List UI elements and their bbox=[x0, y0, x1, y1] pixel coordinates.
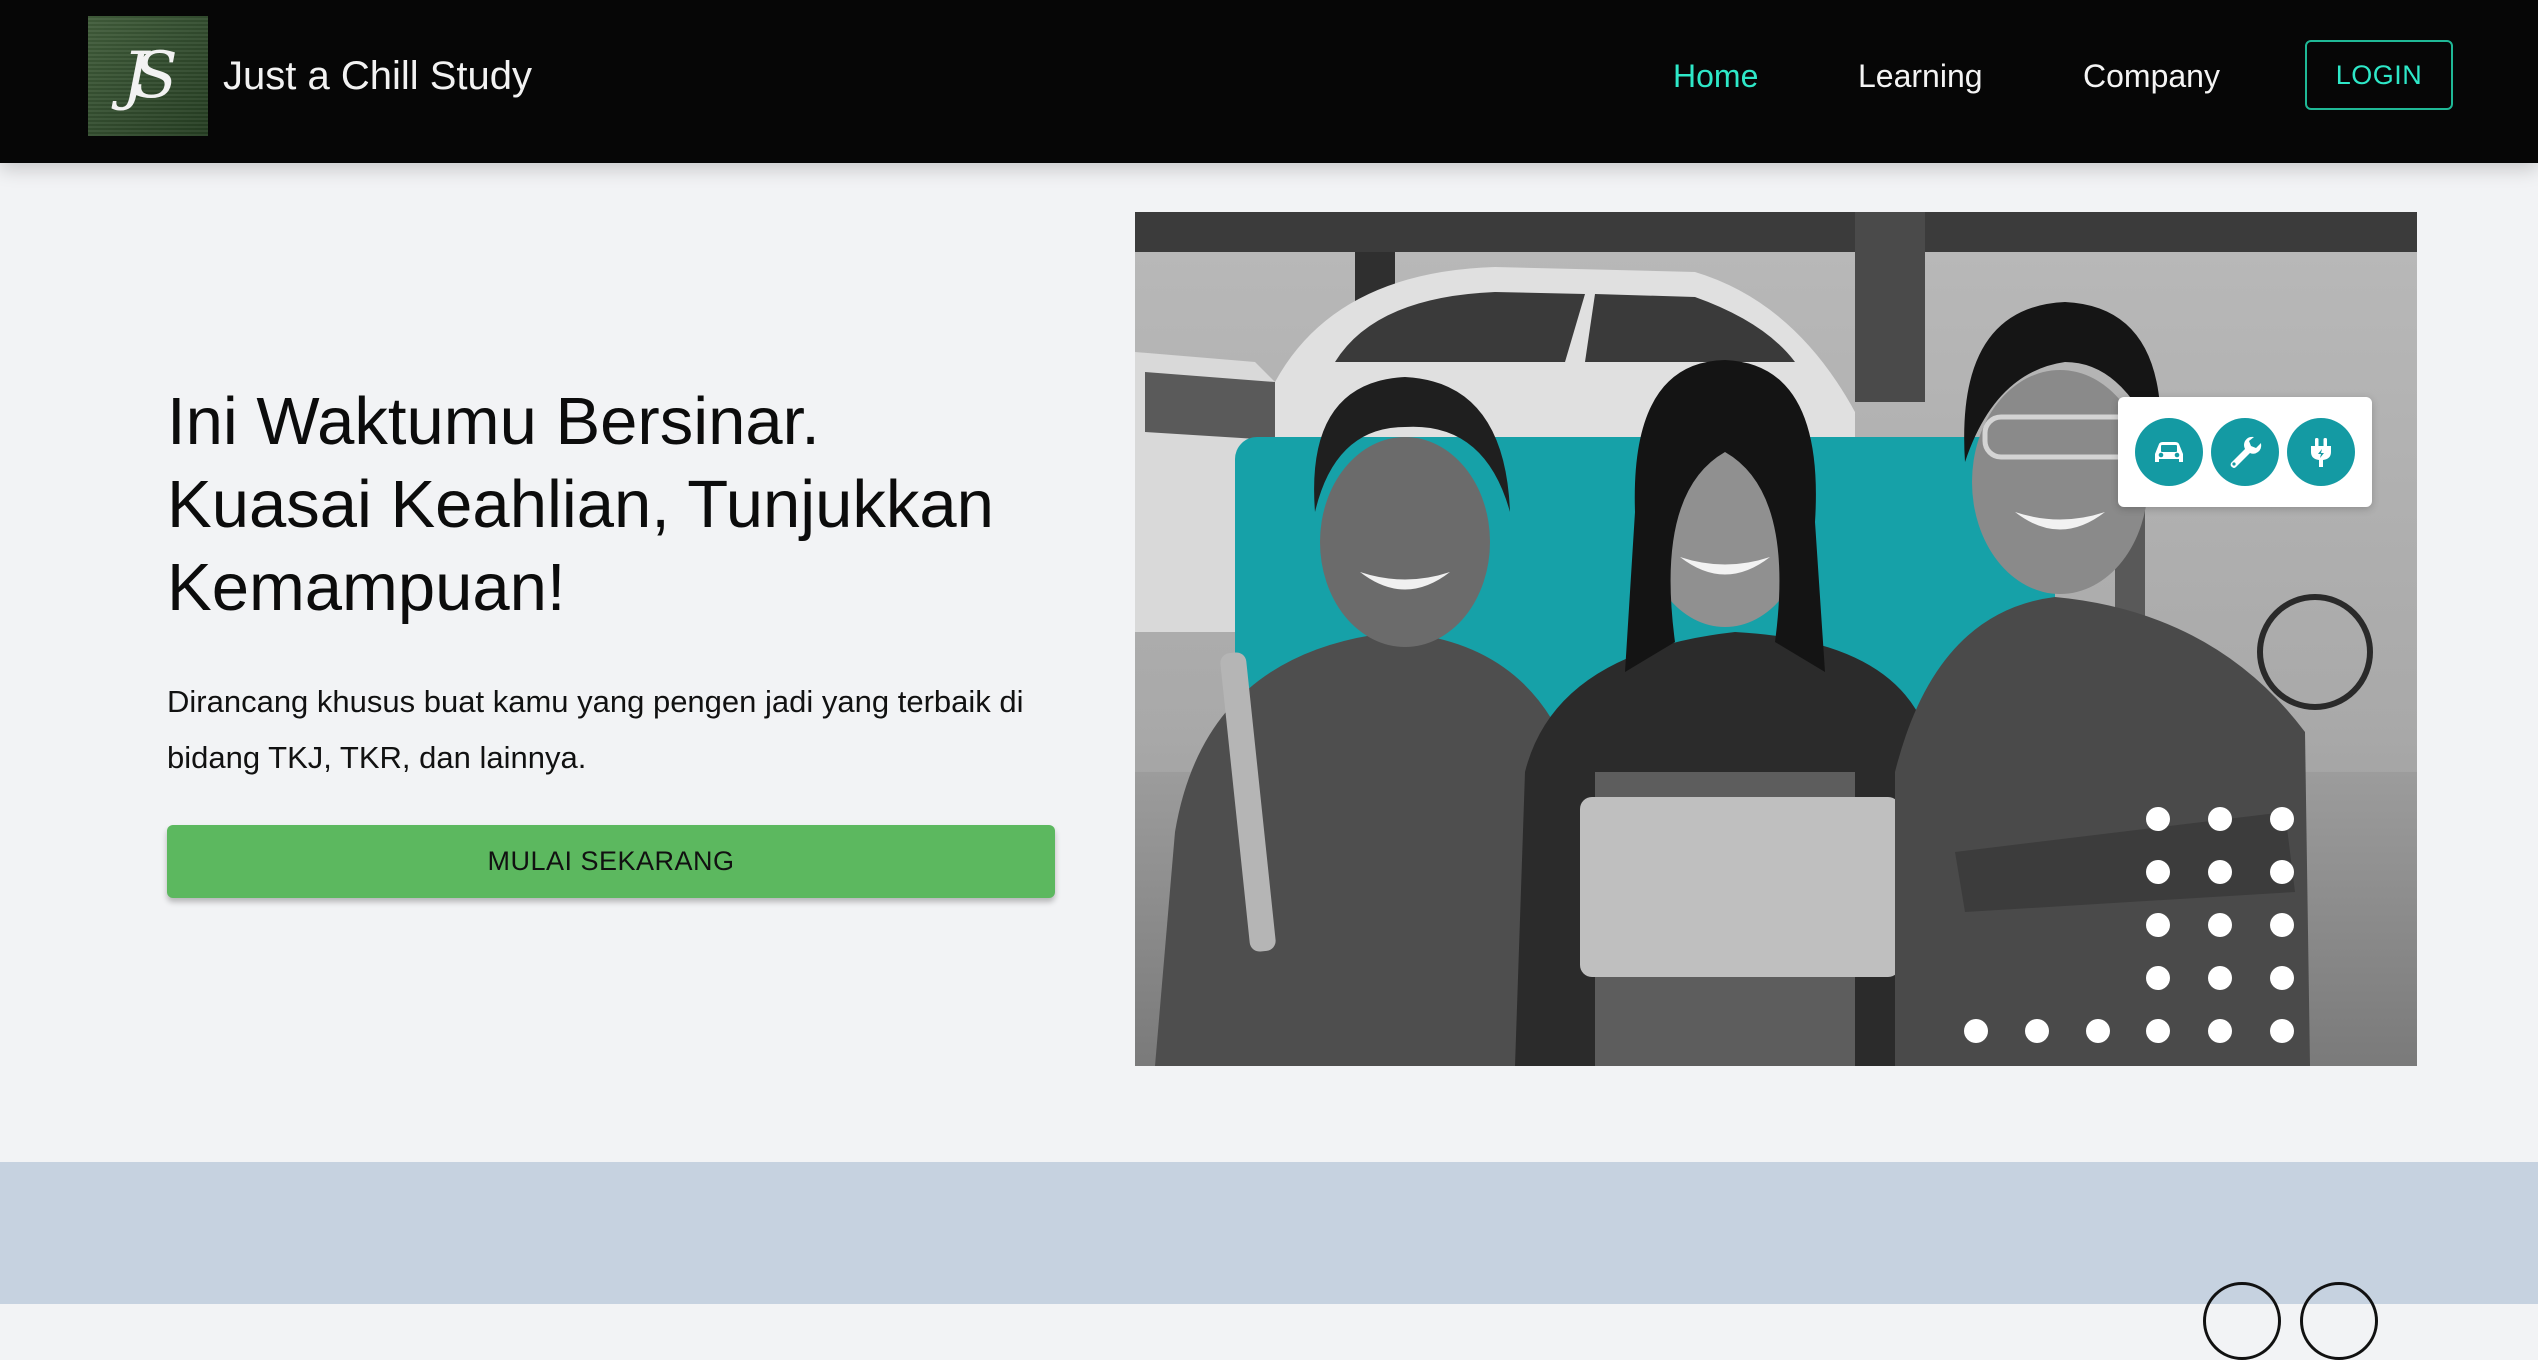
hero-description-line-2: bidang TKJ, TKR, dan lainnya. bbox=[167, 740, 587, 775]
hero-description-line-1: Dirancang khusus buat kamu yang pengen j… bbox=[167, 684, 1024, 719]
hero-title: Ini Waktumu Bersinar. Kuasai Keahlian, T… bbox=[167, 380, 1067, 629]
hero-image bbox=[1135, 212, 2417, 1066]
logo[interactable]: JS bbox=[88, 16, 208, 136]
hero-title-line-3: Kemampuan! bbox=[167, 550, 566, 625]
nav-link-learning[interactable]: Learning bbox=[1858, 50, 1983, 102]
carousel-prev-button[interactable] bbox=[2203, 1282, 2281, 1360]
hero-title-line-2: Kuasai Keahlian, Tunjukkan bbox=[167, 467, 994, 542]
hero-photo bbox=[1135, 212, 2417, 1066]
hero-title-line-1: Ini Waktumu Bersinar. bbox=[167, 384, 820, 459]
car-icon bbox=[2135, 418, 2203, 486]
carousel-next-button[interactable] bbox=[2300, 1282, 2378, 1360]
next-section bbox=[0, 1162, 2538, 1304]
login-button[interactable]: LOGIN bbox=[2305, 40, 2453, 110]
hero-description: Dirancang khusus buat kamu yang pengen j… bbox=[167, 674, 1067, 786]
logo-text: JS bbox=[122, 39, 177, 113]
brand-name[interactable]: Just a Chill Study bbox=[223, 46, 532, 106]
start-now-button[interactable]: MULAI SEKARANG bbox=[167, 825, 1055, 898]
services-badge bbox=[2118, 397, 2372, 507]
nav-link-company[interactable]: Company bbox=[2083, 50, 2220, 102]
wrench-icon bbox=[2211, 418, 2279, 486]
navbar: JS Just a Chill Study Home Learning Comp… bbox=[0, 0, 2538, 163]
nav-link-home[interactable]: Home bbox=[1673, 50, 1758, 102]
plug-icon bbox=[2287, 418, 2355, 486]
